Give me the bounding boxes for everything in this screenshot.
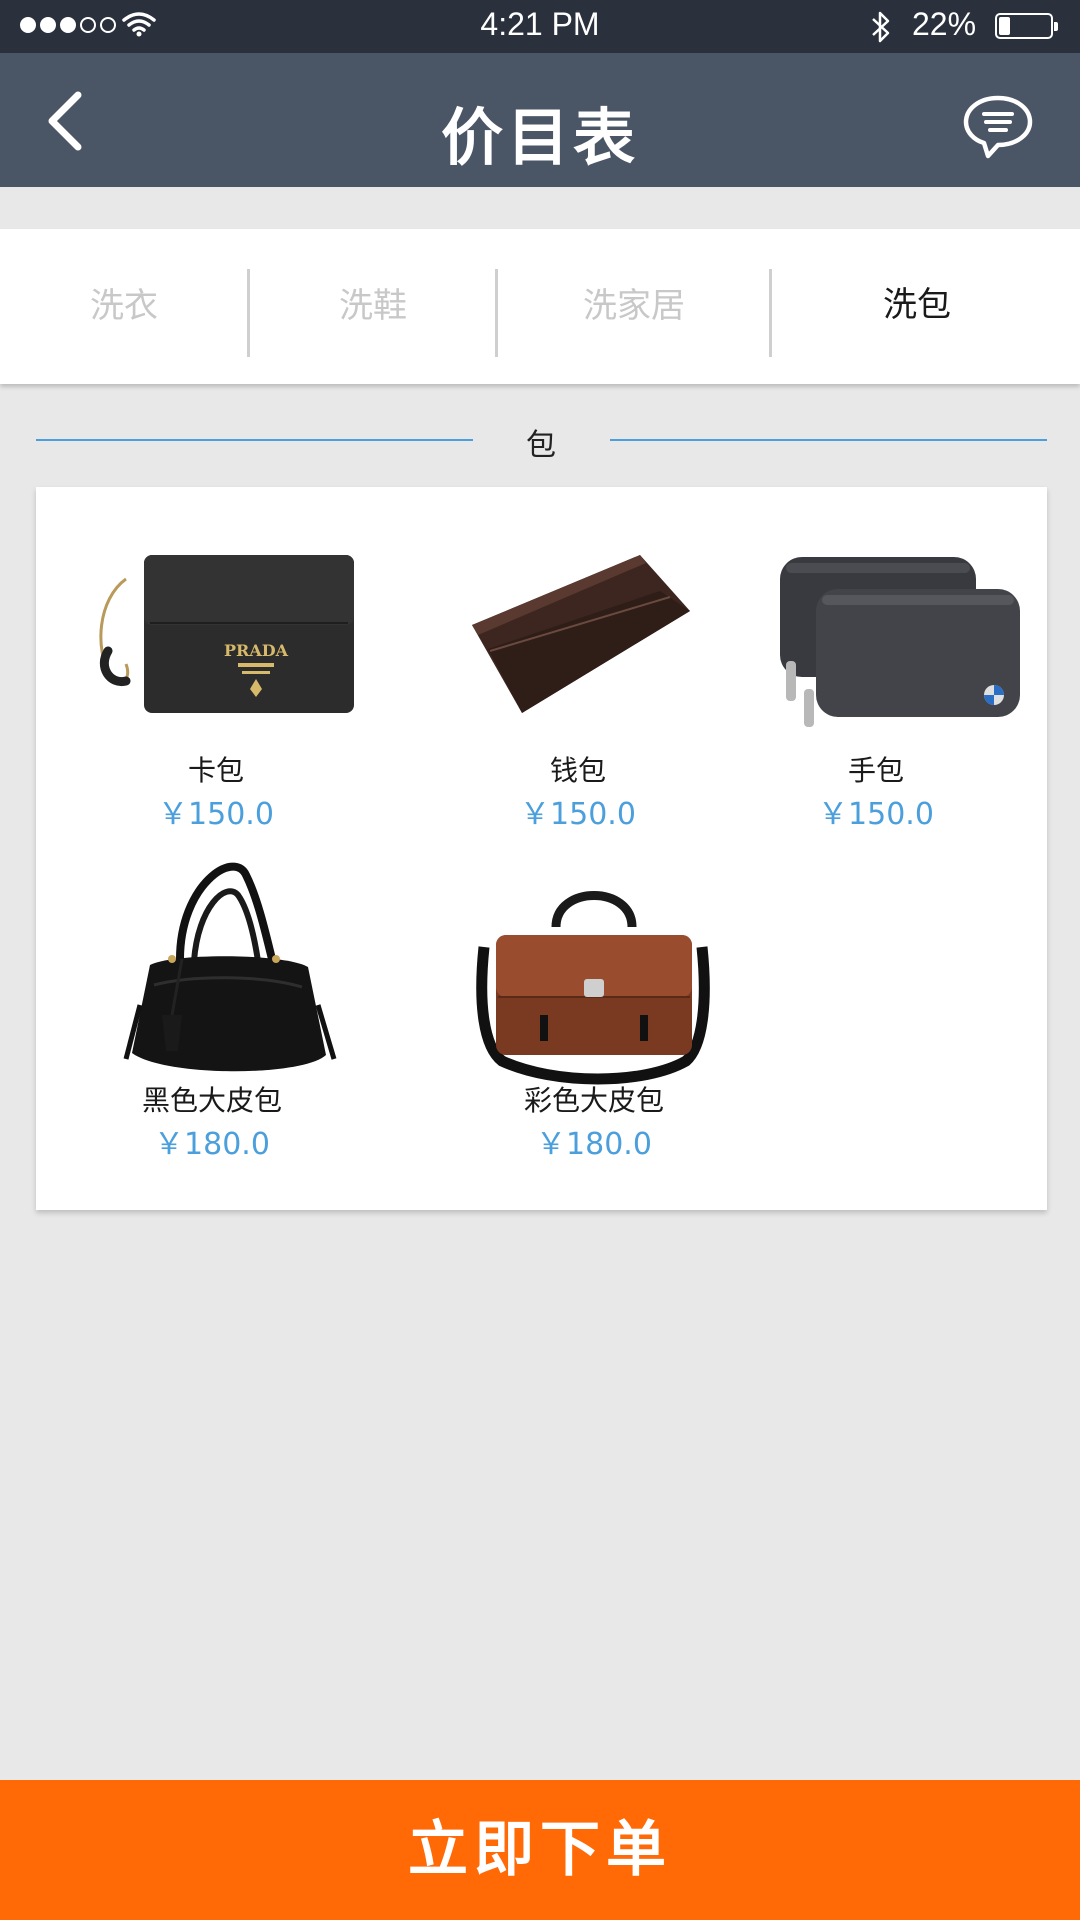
tab-wash-home[interactable]: 洗家居 [498,229,770,384]
category-tabs: 洗衣 洗鞋 洗家居 洗包 [0,229,1080,384]
price-item-brown-bag[interactable]: 彩色大皮包 ￥180.0 [444,855,744,1175]
tab-wash-shoes[interactable]: 洗鞋 [250,229,496,384]
status-bar: 4:21 PM 22% [0,0,1080,53]
tab-wash-clothes[interactable]: 洗衣 [0,229,248,384]
card-wallet-image: PRADA [99,555,354,713]
black-handbag-image [123,862,337,1072]
price-item-wallet[interactable]: 钱包 ￥150.0 [428,539,728,832]
price-item-card-wallet[interactable]: PRADA 卡包 ￥150.0 [66,539,366,832]
item-name: 黑色大皮包 [141,1084,282,1117]
section-title: 包 [526,428,556,463]
wallet-image [472,555,690,713]
price-list-card: PRADA 卡包 ￥150.0 钱包 ￥150.0 手包 ￥150.0 黑色大皮… [36,487,1047,1210]
tab-wash-bags[interactable]: 洗包 [772,229,1062,384]
order-now-button[interactable]: 立即下单 [0,1780,1080,1920]
item-price: ￥150.0 [520,797,636,832]
bluetooth-icon [872,11,890,43]
item-name: 卡包 [187,754,244,787]
battery-icon [995,13,1058,39]
item-name: 手包 [847,754,904,787]
item-name: 钱包 [549,754,606,787]
svg-text:PRADA: PRADA [224,641,289,660]
page-title: 价目表 [440,101,639,174]
section-divider-right [610,439,1047,441]
item-price: ￥180.0 [154,1127,270,1162]
nav-bar: 价目表 [0,53,1080,187]
item-price: ￥150.0 [818,797,934,832]
brown-messenger-bag-image [476,891,710,1085]
price-item-clutch[interactable]: 手包 ￥150.0 [726,539,1026,832]
item-price: ￥150.0 [158,797,274,832]
section-divider-left [36,439,473,441]
item-name: 彩色大皮包 [523,1084,664,1117]
price-item-black-handbag[interactable]: 黑色大皮包 ￥180.0 [62,855,362,1175]
battery-level [999,17,1010,35]
item-price: ￥180.0 [536,1127,652,1162]
clutch-image [780,557,1020,727]
chat-bubble-icon[interactable] [962,94,1034,160]
battery-percent: 22% [912,6,977,42]
